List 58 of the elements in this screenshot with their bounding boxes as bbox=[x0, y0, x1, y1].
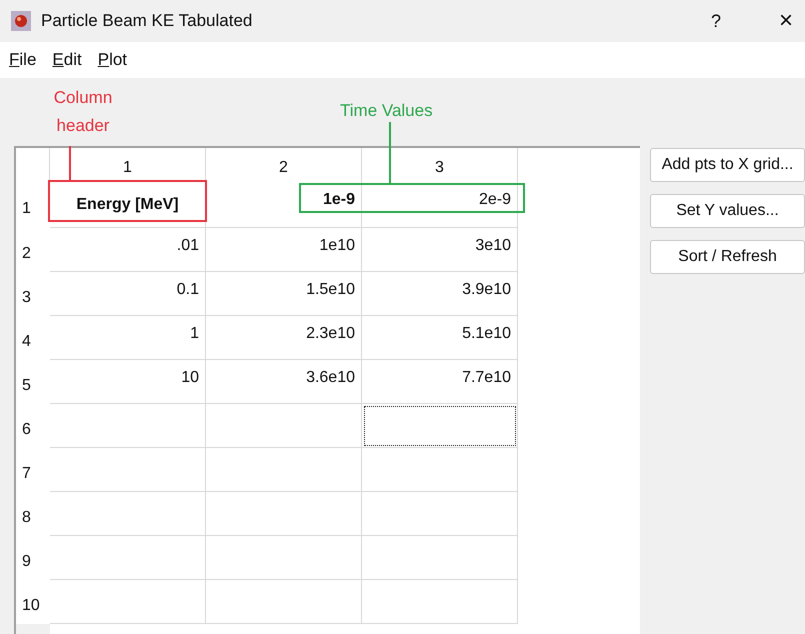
table-cell[interactable] bbox=[50, 580, 206, 624]
table-cell[interactable] bbox=[362, 492, 518, 536]
row-header: 10 bbox=[21, 596, 41, 616]
table-cell[interactable]: 2e-9 bbox=[362, 182, 518, 228]
action-button[interactable]: Sort / Refresh bbox=[650, 240, 805, 274]
row-header: 2 bbox=[21, 244, 32, 264]
row-header: 1 bbox=[21, 199, 32, 219]
table-cell[interactable]: 7.7e10 bbox=[362, 360, 518, 404]
action-button[interactable]: Add pts to X grid... bbox=[650, 148, 805, 182]
table-cell[interactable]: 3.9e10 bbox=[362, 272, 518, 316]
table-cell[interactable]: 1e-9 bbox=[206, 182, 362, 228]
menu-item[interactable]: Plot bbox=[98, 47, 128, 73]
row-header: 3 bbox=[21, 288, 32, 308]
row-header-background bbox=[16, 624, 50, 634]
table-cell[interactable]: Energy [MeV] bbox=[50, 182, 206, 228]
table-cell[interactable] bbox=[362, 448, 518, 492]
table-cell[interactable]: 5.1e10 bbox=[362, 316, 518, 360]
table-cell[interactable]: 3.6e10 bbox=[206, 360, 362, 404]
table-cell[interactable] bbox=[362, 580, 518, 624]
table-cell[interactable] bbox=[50, 492, 206, 536]
row-header: 6 bbox=[21, 420, 32, 440]
row-header: 4 bbox=[21, 332, 32, 352]
table-cell[interactable] bbox=[206, 448, 362, 492]
table-cell[interactable]: 1 bbox=[50, 316, 206, 360]
menu-item[interactable]: Edit bbox=[52, 47, 82, 73]
action-button[interactable]: Set Y values... bbox=[650, 194, 805, 228]
app-icon bbox=[11, 11, 31, 31]
help-button[interactable]: ? bbox=[701, 8, 731, 34]
table-cell[interactable]: 1.5e10 bbox=[206, 272, 362, 316]
window-title: Particle Beam KE Tabulated bbox=[41, 10, 252, 32]
leader-line bbox=[69, 146, 71, 180]
table-cell[interactable] bbox=[50, 536, 206, 580]
column-header: 2 bbox=[206, 148, 362, 182]
table-cell[interactable] bbox=[362, 536, 518, 580]
row-header: 8 bbox=[21, 508, 32, 528]
table-cell[interactable]: .01 bbox=[50, 228, 206, 272]
leader-line bbox=[389, 122, 391, 183]
row-header: 9 bbox=[21, 552, 32, 572]
table-cell[interactable]: 1e10 bbox=[206, 228, 362, 272]
table-cell[interactable]: 2.3e10 bbox=[206, 316, 362, 360]
table-cell[interactable] bbox=[206, 492, 362, 536]
table-cell[interactable] bbox=[50, 448, 206, 492]
table-cell[interactable] bbox=[206, 404, 362, 448]
table-cell[interactable]: 3e10 bbox=[362, 228, 518, 272]
table-cell[interactable] bbox=[206, 536, 362, 580]
column-header: 1 bbox=[50, 148, 206, 182]
row-header: 5 bbox=[21, 376, 32, 396]
annotation-label: Column header bbox=[52, 87, 114, 137]
annotation-label: Time Values bbox=[340, 100, 433, 122]
table-cell[interactable]: 10 bbox=[50, 360, 206, 404]
table-cell[interactable]: 0.1 bbox=[50, 272, 206, 316]
column-header: 3 bbox=[362, 148, 518, 182]
menu-item[interactable]: File bbox=[9, 47, 36, 73]
table-cell[interactable] bbox=[362, 404, 518, 448]
close-button[interactable]: × bbox=[771, 3, 801, 39]
table-cell[interactable] bbox=[50, 404, 206, 448]
table-cell[interactable] bbox=[206, 580, 362, 624]
row-header: 7 bbox=[21, 464, 32, 484]
